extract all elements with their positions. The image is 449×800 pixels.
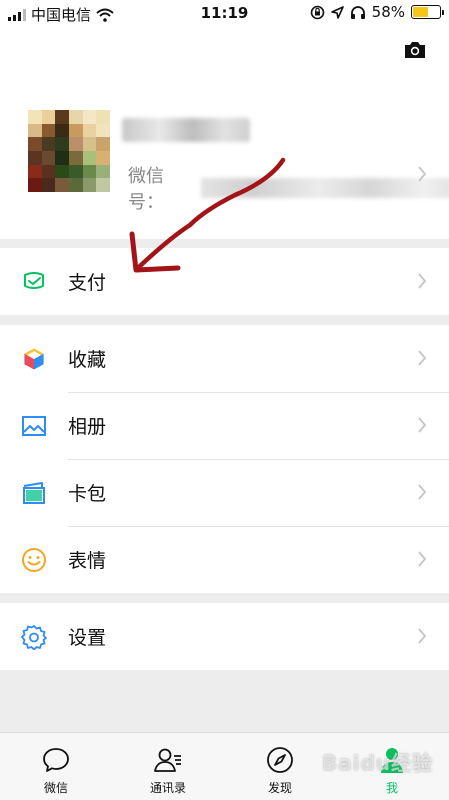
cube-icon xyxy=(23,347,45,371)
tab-contacts[interactable]: 通讯录 xyxy=(112,733,224,800)
chevron-right-icon xyxy=(418,350,427,366)
tab-label: 发现 xyxy=(267,781,292,795)
nickname-blurred xyxy=(122,118,250,142)
settings-group: 设置 xyxy=(0,603,449,670)
menu-item-cards[interactable]: 卡包 xyxy=(0,459,449,526)
location-icon xyxy=(330,5,344,19)
wechat-id-blurred xyxy=(200,178,449,198)
menu-label-favorites: 收藏 xyxy=(68,349,107,371)
chevron-right-icon xyxy=(418,551,427,567)
smiley-icon xyxy=(22,548,46,572)
features-group: 收藏 相册 卡包 表情 xyxy=(0,325,449,593)
chevron-right-icon xyxy=(418,484,427,500)
headphones-icon xyxy=(350,5,365,19)
compass-icon xyxy=(267,747,293,773)
wechat-id-row: 微信号： xyxy=(128,162,449,214)
chevron-right-icon xyxy=(418,273,427,289)
tab-chats[interactable]: 微信 xyxy=(0,733,112,800)
menu-item-favorites[interactable]: 收藏 xyxy=(0,325,449,392)
rotation-lock-icon xyxy=(310,5,324,19)
qr-chevron-icon[interactable] xyxy=(417,165,427,183)
menu-label-pay: 支付 xyxy=(68,272,107,294)
tab-discover[interactable]: 发现 xyxy=(224,733,336,800)
menu-label-settings: 设置 xyxy=(68,627,107,649)
tab-label: 通讯录 xyxy=(149,781,186,795)
battery-icon xyxy=(411,5,444,19)
avatar[interactable] xyxy=(28,110,110,192)
image-icon xyxy=(22,416,46,436)
chat-bubble-icon xyxy=(43,748,69,772)
menu-item-album[interactable]: 相册 xyxy=(0,392,449,459)
menu-label-cards: 卡包 xyxy=(68,483,107,505)
card-wallet-icon xyxy=(23,482,45,504)
menu-item-stickers[interactable]: 表情 xyxy=(0,526,449,593)
status-bar: 中国电信 11:19 58% xyxy=(0,0,449,26)
pay-group: 支付 xyxy=(0,248,449,315)
gear-icon xyxy=(21,625,47,650)
contacts-icon xyxy=(154,748,181,772)
menu-label-stickers: 表情 xyxy=(68,550,107,572)
wechat-id-label: 微信号： xyxy=(128,166,164,213)
profile-header[interactable]: 微信号： xyxy=(0,26,449,239)
tab-label: 我 xyxy=(385,781,398,795)
tab-label: 微信 xyxy=(43,781,68,795)
baidu-watermark: Baidu经验 xyxy=(321,751,433,775)
wallet-icon xyxy=(24,272,44,289)
menu-item-pay[interactable]: 支付 xyxy=(0,248,449,315)
chevron-right-icon xyxy=(418,417,427,433)
camera-icon[interactable] xyxy=(403,40,427,60)
battery-percent: 58% xyxy=(371,3,405,21)
menu-item-settings[interactable]: 设置 xyxy=(0,603,449,670)
chevron-right-icon xyxy=(418,628,427,644)
menu-label-album: 相册 xyxy=(68,416,107,438)
